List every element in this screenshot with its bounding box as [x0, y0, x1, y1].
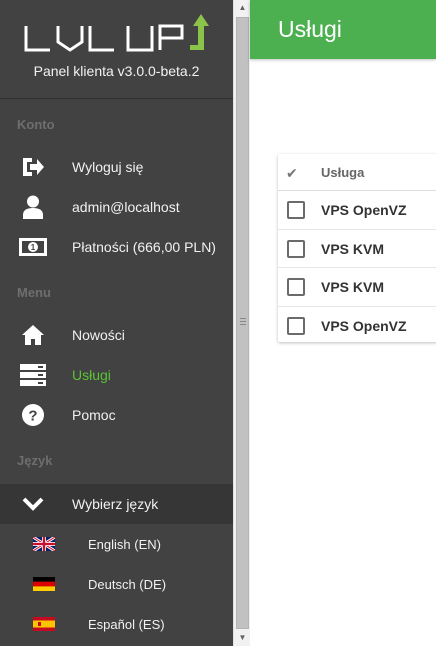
table-row[interactable]: VPS KVM: [278, 230, 436, 268]
user-icon: [18, 195, 48, 219]
table-row[interactable]: VPS KVM: [278, 268, 436, 307]
language-toggle-label: Wybierz język: [72, 496, 159, 512]
column-header-service: Usługa: [321, 165, 365, 180]
sidebar-item-label: Wyloguj się: [72, 159, 144, 175]
services-table: ✔ Usługa VPS OpenVZ VPS KVM VPS KVM VPS …: [278, 154, 436, 342]
service-name: VPS OpenVZ: [321, 202, 407, 218]
scroll-down-arrow-icon[interactable]: ▼: [234, 631, 251, 645]
language-option-de[interactable]: Deutsch (DE): [0, 564, 233, 604]
language-option-label: Español (ES): [88, 616, 165, 632]
service-name: VPS OpenVZ: [321, 317, 407, 334]
row-checkbox[interactable]: [287, 278, 305, 296]
sidebar-item-label: admin@localhost: [72, 199, 180, 215]
chevron-down-icon: [18, 492, 48, 516]
help-icon: ?: [18, 403, 48, 427]
sidebar-item-payments[interactable]: 1 Płatności (666,00 PLN): [0, 227, 233, 267]
row-checkbox[interactable]: [287, 201, 305, 219]
section-title-account: Konto: [17, 117, 55, 132]
uk-flag-icon: [32, 535, 56, 553]
svg-text:1: 1: [31, 243, 36, 252]
sidebar-item-logout[interactable]: Wyloguj się: [0, 147, 233, 187]
service-name: VPS KVM: [321, 240, 385, 257]
table-row[interactable]: VPS OpenVZ: [278, 191, 436, 230]
server-icon: [18, 363, 48, 387]
sidebar-item-label: Usługi: [72, 367, 111, 383]
home-icon: [18, 323, 48, 347]
page-header: Usługi: [250, 0, 436, 59]
sidebar-item-user[interactable]: admin@localhost: [0, 187, 233, 227]
language-option-label: Deutsch (DE): [88, 576, 167, 592]
logo-area: Panel klienta v3.0.0-beta.2: [0, 0, 233, 99]
spain-flag-icon: [33, 617, 55, 631]
table-header: ✔ Usługa: [278, 154, 436, 191]
page-title: Usługi: [278, 16, 342, 42]
sidebar-item-news[interactable]: Nowości: [0, 315, 233, 355]
sidebar-item-label: Nowości: [72, 327, 125, 343]
sidebar-item-services[interactable]: Usługi: [0, 355, 233, 395]
panel-version: Panel klienta v3.0.0-beta.2: [33, 63, 200, 79]
service-name: VPS KVM: [321, 279, 385, 295]
row-checkbox[interactable]: [287, 316, 305, 335]
row-checkbox[interactable]: [287, 239, 305, 258]
sidebar-item-label: Płatności (666,00 PLN): [72, 239, 216, 255]
sidebar-item-help[interactable]: ? Pomoc: [0, 395, 233, 435]
sidebar: Panel klienta v3.0.0-beta.2 Konto Wylogu…: [0, 0, 233, 646]
sidebar-item-label: Pomoc: [72, 407, 116, 423]
language-option-es[interactable]: Español (ES): [0, 604, 233, 644]
money-icon: 1: [18, 235, 48, 259]
scroll-up-arrow-icon[interactable]: ▲: [234, 1, 251, 15]
language-option-en[interactable]: English (EN): [0, 524, 233, 564]
svg-text:?: ?: [28, 408, 37, 425]
check-all-icon[interactable]: ✔: [286, 165, 298, 182]
section-title-menu: Menu: [17, 285, 51, 300]
lvlup-logo: [24, 14, 209, 52]
sidebar-scrollbar[interactable]: ▲ ▼: [233, 0, 250, 646]
language-toggle[interactable]: Wybierz język: [0, 484, 233, 524]
language-option-label: English (EN): [88, 536, 161, 552]
germany-flag-icon: [33, 577, 55, 591]
scrollbar-thumb[interactable]: [236, 17, 249, 629]
sign-out-icon: [18, 155, 48, 179]
grip-icon: [240, 318, 246, 325]
table-row[interactable]: VPS OpenVZ: [278, 307, 436, 346]
section-title-language: Język: [17, 453, 53, 468]
